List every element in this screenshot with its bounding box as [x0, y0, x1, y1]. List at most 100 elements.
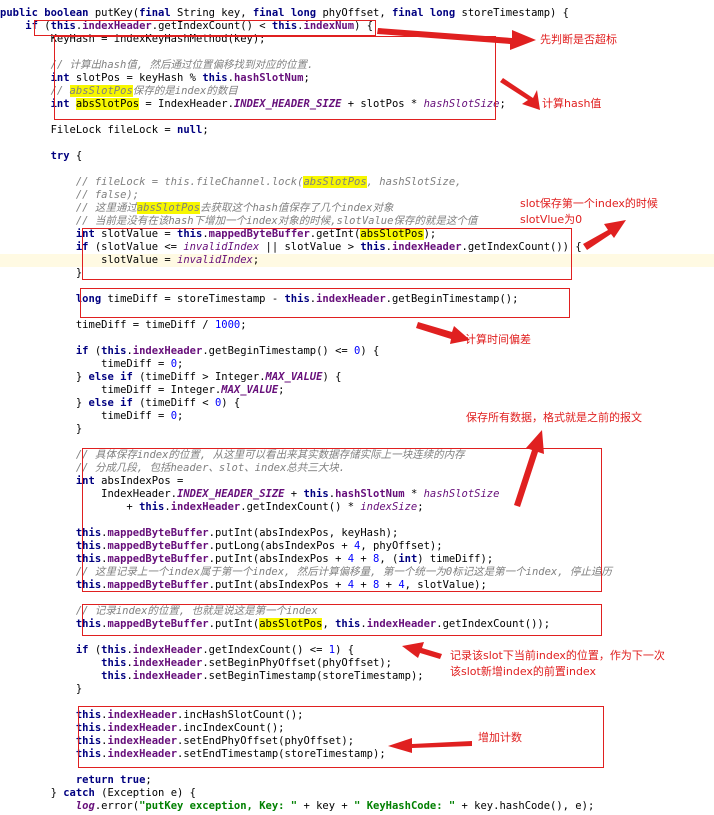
- code-token: timeDiff = timeDiff /: [0, 319, 215, 331]
- code-token: // false);: [75, 189, 140, 201]
- code-line[interactable]: [0, 332, 714, 345]
- code-token: ) {: [335, 644, 355, 656]
- code-token: phyOffset,: [322, 7, 392, 19]
- code-token: // 当前是没有在该hash下增加一个index对象的时候,slotValue保…: [75, 215, 478, 227]
- code-token: ;: [177, 410, 184, 422]
- code-token: .getIndexCount() <=: [202, 644, 329, 656]
- code-line[interactable]: return true;: [0, 774, 714, 787]
- code-line[interactable]: public boolean putKey(final String key, …: [0, 7, 714, 20]
- code-token: else if: [88, 397, 140, 409]
- code-line[interactable]: [0, 163, 714, 176]
- code-line[interactable]: } else if (timeDiff < 0) {: [0, 397, 714, 410]
- code-token: .error(: [94, 800, 140, 812]
- code-token: 1000: [214, 319, 241, 331]
- code-line[interactable]: if (this.indexHeader.getBeginTimestamp()…: [0, 345, 714, 358]
- code-token: absSlotPos: [303, 176, 367, 188]
- code-editor[interactable]: public boolean putKey(final String key, …: [0, 0, 714, 815]
- code-token: ) {: [221, 397, 241, 409]
- code-token: ) {: [360, 345, 380, 357]
- code-token: timeDiff =: [0, 410, 171, 422]
- code-token: absSlotPos: [136, 202, 201, 214]
- code-token: timeDiff = Integer.: [0, 384, 222, 396]
- code-line[interactable]: [0, 137, 714, 150]
- code-token: {: [75, 150, 83, 162]
- annotation-box-counters: [78, 706, 604, 768]
- code-token: .setBeginPhyOffset(phyOffset);: [202, 657, 392, 669]
- code-line[interactable]: }: [0, 683, 714, 696]
- code-token: }: [0, 397, 89, 409]
- code-line[interactable]: try {: [0, 150, 714, 163]
- code-token: indexHeader: [132, 345, 203, 357]
- code-line[interactable]: timeDiff = timeDiff / 1000;: [0, 319, 714, 332]
- code-token: ;: [240, 319, 247, 331]
- code-line[interactable]: } catch (Exception e) {: [0, 787, 714, 800]
- code-token: .setBeginTimestamp(storeTimestamp);: [202, 670, 424, 682]
- code-token: log: [75, 800, 95, 812]
- code-token: null: [177, 124, 203, 136]
- code-token: ;: [278, 384, 285, 396]
- annotation-box-slot-value: [82, 228, 572, 280]
- code-token: putKey(: [94, 7, 140, 19]
- annotation-label-7: 增加计数: [478, 731, 522, 744]
- code-token: .getBeginTimestamp() <=: [202, 345, 355, 357]
- code-line[interactable]: FileLock fileLock = null;: [0, 124, 714, 137]
- code-line[interactable]: log.error("putKey exception, Key: " + ke…: [0, 800, 714, 813]
- annotation-label-3: slot保存第一个index的时候 slotVlue为0: [520, 197, 658, 226]
- annotation-box-save-data: [82, 448, 602, 592]
- code-line[interactable]: timeDiff = Integer.MAX_VALUE;: [0, 384, 714, 397]
- code-token: catch: [63, 787, 102, 799]
- code-token: final: [139, 7, 178, 19]
- code-token: ;: [202, 124, 209, 136]
- code-line[interactable]: // fileLock = this.fileChannel.lock(absS…: [0, 176, 714, 189]
- code-token: storeTimestamp) {: [461, 7, 569, 19]
- code-token: final long: [391, 7, 462, 19]
- annotation-label-5: 保存所有数据，格式就是之前的报文: [466, 411, 642, 424]
- code-token: + key.hashCode(), e);: [455, 800, 595, 812]
- code-token: }: [0, 371, 89, 383]
- code-token: indexHeader: [132, 670, 203, 682]
- code-token: indexHeader: [132, 644, 203, 656]
- code-token: this: [101, 644, 127, 656]
- code-token: // 这里通过: [75, 202, 137, 214]
- code-token: // fileLock = this.fileChannel.lock(: [75, 176, 304, 188]
- code-token: indexHeader: [132, 657, 203, 669]
- code-token: 去获取这个hash值保存了几个index对象: [200, 202, 394, 214]
- code-token: MAX_VALUE: [265, 371, 323, 383]
- code-line[interactable]: } else if (timeDiff > Integer.MAX_VALUE)…: [0, 371, 714, 384]
- code-line[interactable]: timeDiff = 0;: [0, 358, 714, 371]
- code-token: }: [0, 787, 64, 799]
- code-token: this: [101, 657, 127, 669]
- code-token: if: [75, 345, 95, 357]
- code-token: this: [101, 345, 127, 357]
- code-token: }: [0, 423, 83, 435]
- code-token: "putKey exception, Key: ": [139, 800, 298, 812]
- code-token: " KeyHashCode: ": [354, 800, 456, 812]
- code-token: }: [0, 683, 83, 695]
- annotation-label-4: 计算时间偏差: [465, 333, 531, 346]
- code-token: ;: [499, 98, 506, 110]
